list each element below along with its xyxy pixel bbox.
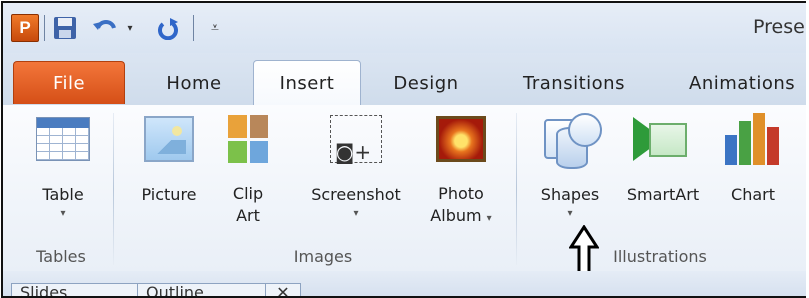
customize-toolbar-icon[interactable]: ⩡: [206, 14, 224, 42]
tab-transitions[interactable]: Transitions: [499, 61, 649, 105]
powerpoint-window: P ▾ ⩡ Prese File Home Insert Design Tran…: [1, 1, 806, 298]
clip-art-label: Art: [236, 206, 260, 225]
group-divider: [516, 113, 517, 265]
picture-icon: [144, 116, 194, 162]
shapes-icon: [540, 113, 602, 169]
chart-button[interactable]: Chart: [715, 111, 791, 207]
tab-home[interactable]: Home: [146, 61, 242, 105]
group-label-images: Images: [293, 247, 353, 266]
screenshot-button[interactable]: Screenshot ▾: [291, 111, 421, 221]
tab-animations[interactable]: Animations: [663, 61, 806, 105]
clip-art-icon: [228, 115, 268, 163]
tab-insert[interactable]: Insert: [253, 60, 361, 107]
toolbar-divider: [44, 15, 45, 41]
picture-label: Picture: [141, 185, 197, 204]
smartart-icon: [633, 117, 693, 161]
photo-album-icon: [436, 116, 486, 162]
quick-access-toolbar: P ▾ ⩡ Prese: [3, 3, 806, 53]
screenshot-icon: [330, 115, 382, 164]
table-icon: [36, 117, 90, 161]
group-divider: [113, 113, 114, 265]
photo-album-button[interactable]: Photo Album ▾: [421, 111, 501, 227]
slides-pane-header: Slides Outline ✕: [3, 271, 806, 296]
photo-album-label: Album: [430, 206, 482, 225]
clip-art-label: Clip: [232, 184, 264, 203]
shapes-button[interactable]: Shapes ▾: [529, 111, 611, 221]
chevron-down-icon: ▾: [567, 208, 573, 219]
save-icon[interactable]: [52, 14, 78, 42]
insert-ribbon: Table ▾ Tables Picture Clip Art Screens: [3, 105, 806, 272]
table-label: Table: [42, 185, 84, 204]
group-label-illustrations: Illustrations: [613, 247, 707, 266]
window-title: Prese: [753, 16, 805, 38]
smartart-button[interactable]: SmartArt: [613, 111, 713, 207]
tab-design[interactable]: Design: [371, 61, 481, 105]
chevron-down-icon: ▾: [60, 208, 66, 219]
chevron-down-icon: ▾: [486, 213, 492, 224]
photo-album-label: Photo: [438, 184, 484, 203]
clip-art-button[interactable]: Clip Art: [215, 111, 281, 227]
smartart-label: SmartArt: [626, 185, 700, 204]
shapes-label: Shapes: [540, 185, 600, 204]
undo-dropdown-icon[interactable]: ▾: [121, 14, 139, 42]
screenshot-label: Screenshot: [311, 185, 401, 204]
chart-icon: [725, 113, 781, 165]
chevron-down-icon: ▾: [353, 208, 359, 219]
tab-file[interactable]: File: [13, 61, 125, 104]
table-button[interactable]: Table ▾: [25, 111, 101, 221]
powerpoint-app-icon[interactable]: P: [11, 14, 39, 42]
chart-label: Chart: [731, 185, 775, 204]
ribbon-tab-bar: File Home Insert Design Transitions Anim…: [3, 53, 806, 107]
picture-button[interactable]: Picture: [123, 111, 215, 207]
toolbar-divider: [193, 15, 194, 41]
undo-icon[interactable]: [91, 14, 121, 42]
redo-icon[interactable]: [153, 14, 183, 42]
group-label-tables: Tables: [36, 247, 86, 266]
